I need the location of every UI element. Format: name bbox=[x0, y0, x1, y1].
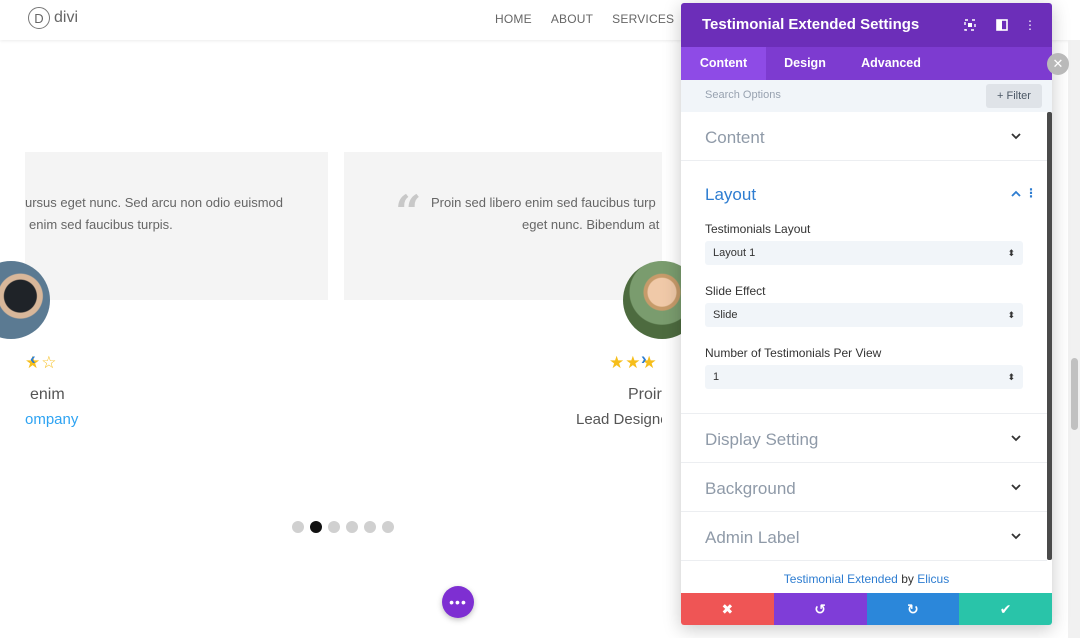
testimonial-quote-line: enim sed faucibus turpis. bbox=[29, 217, 173, 232]
select-arrows-icon: ⬍ bbox=[1007, 248, 1015, 258]
section-display-setting[interactable]: Display Setting bbox=[681, 414, 1047, 463]
quote-icon: “ bbox=[395, 185, 422, 239]
plus-icon: + bbox=[997, 90, 1004, 102]
select-value: 1 bbox=[713, 371, 720, 383]
section-background[interactable]: Background bbox=[681, 463, 1047, 512]
carousel-dot[interactable] bbox=[364, 521, 376, 533]
star-filled-icon: ★ bbox=[609, 354, 626, 371]
section-title: Admin Label bbox=[705, 528, 800, 547]
more-vertical-icon[interactable]: ⋮ bbox=[1022, 17, 1038, 33]
select-arrows-icon: ⬍ bbox=[1007, 372, 1015, 382]
testimonial-quote-line: ursus eget nunc. Sed arcu non odio euism… bbox=[25, 195, 284, 210]
testimonial-role: Lead Designe bbox=[576, 411, 662, 428]
site-logo[interactable]: D divi bbox=[28, 7, 78, 29]
chevron-down-icon[interactable] bbox=[1011, 433, 1021, 445]
search-options-input[interactable]: Search Options bbox=[705, 89, 781, 101]
close-icon: ✖ bbox=[721, 600, 734, 617]
testimonial-quote-line: Proin sed libero enim sed faucibus turp bbox=[431, 195, 656, 210]
split-view-icon[interactable] bbox=[994, 17, 1010, 33]
carousel-dot-active[interactable] bbox=[310, 521, 322, 533]
select-arrows-icon: ⬍ bbox=[1007, 310, 1015, 320]
more-dots-icon: ••• bbox=[449, 594, 467, 610]
select-value: Slide bbox=[713, 309, 738, 321]
logo-mark: D bbox=[28, 7, 50, 29]
field-label: Number of Testimonials Per View bbox=[705, 346, 882, 360]
page-scrollbar-thumb[interactable] bbox=[1071, 358, 1078, 430]
page-scrollbar[interactable] bbox=[1068, 40, 1080, 638]
save-button[interactable]: ✔ bbox=[959, 593, 1052, 625]
testimonial-company[interactable]: ompany bbox=[25, 411, 78, 428]
author-link[interactable]: Elicus bbox=[917, 572, 949, 586]
main-nav: HOME ABOUT SERVICES P bbox=[495, 12, 701, 26]
testimonial-author: enim bbox=[30, 386, 65, 403]
section-title: Content bbox=[705, 128, 765, 147]
expand-icon[interactable] bbox=[962, 17, 978, 33]
testimonial-quote-line: eget nunc. Bibendum at bbox=[522, 217, 660, 232]
nav-item-services[interactable]: SERVICES bbox=[612, 12, 674, 26]
redo-icon: ↻ bbox=[907, 600, 919, 617]
page: D divi HOME ABOUT SERVICES P ursus eget … bbox=[0, 0, 1080, 638]
filter-button[interactable]: + Filter bbox=[986, 84, 1042, 108]
section-title[interactable]: Layout bbox=[705, 185, 756, 205]
section-title: Display Setting bbox=[705, 430, 819, 449]
section-layout: Layout ⋮ Testimonials Layout Layout 1 ⬍ … bbox=[681, 161, 1047, 414]
carousel-prev-icon[interactable]: ‹ bbox=[30, 349, 36, 369]
chevron-up-icon[interactable] bbox=[1011, 188, 1021, 200]
field-label: Testimonials Layout bbox=[705, 222, 811, 236]
modal-tabs: Content Design Advanced bbox=[681, 47, 1052, 80]
check-icon: ✔ bbox=[999, 600, 1012, 617]
star-outline-icon: ☆ bbox=[41, 353, 58, 372]
carousel-dot[interactable] bbox=[328, 521, 340, 533]
close-icon: ✕ bbox=[1052, 56, 1064, 71]
tab-design[interactable]: Design bbox=[766, 47, 844, 80]
section-title: Background bbox=[705, 479, 796, 498]
builder-menu-button[interactable]: ••• bbox=[442, 586, 474, 618]
filter-label: Filter bbox=[1006, 90, 1031, 102]
field-label: Slide Effect bbox=[705, 284, 766, 298]
modal-title: Testimonial Extended Settings bbox=[702, 16, 920, 33]
nav-item-home[interactable]: HOME bbox=[495, 12, 532, 26]
close-modal-button[interactable]: ✕ bbox=[1047, 53, 1069, 75]
section-content[interactable]: Content bbox=[681, 112, 1047, 161]
carousel-next-icon[interactable]: › bbox=[641, 349, 647, 369]
discard-button[interactable]: ✖ bbox=[681, 593, 774, 625]
section-options-icon[interactable]: ⋮ bbox=[1025, 186, 1037, 200]
chevron-down-icon[interactable] bbox=[1011, 531, 1021, 543]
section-admin-label[interactable]: Admin Label bbox=[681, 512, 1047, 561]
modal-scrollbar[interactable] bbox=[1047, 112, 1052, 560]
nav-item-about[interactable]: ABOUT bbox=[551, 12, 593, 26]
carousel-dot[interactable] bbox=[292, 521, 304, 533]
carousel-dot[interactable] bbox=[346, 521, 358, 533]
testimonial-author: Proir bbox=[628, 386, 662, 403]
undo-icon: ↺ bbox=[814, 600, 826, 617]
settings-modal: Testimonial Extended Settings ⋮ Content … bbox=[681, 3, 1052, 625]
modal-body: Content Layout ⋮ Testimonials Layout Lay… bbox=[681, 112, 1052, 596]
tab-advanced[interactable]: Advanced bbox=[844, 47, 938, 80]
testimonials-layout-select[interactable]: Layout 1 ⬍ bbox=[705, 241, 1023, 265]
logo-text: divi bbox=[54, 9, 79, 26]
module-credits: Testimonial Extended by Elicus bbox=[681, 572, 1052, 586]
undo-button[interactable]: ↺ bbox=[773, 593, 867, 625]
carousel-pagination bbox=[292, 521, 394, 533]
select-value: Layout 1 bbox=[713, 247, 756, 259]
modal-footer: ✖ ↺ ↻ ✔ bbox=[681, 593, 1052, 625]
redo-button[interactable]: ↻ bbox=[866, 593, 960, 625]
star-filled-icon: ★ bbox=[625, 354, 642, 371]
star-rating: ★★★ bbox=[609, 354, 662, 371]
modal-header[interactable]: Testimonial Extended Settings ⋮ bbox=[681, 3, 1052, 47]
tab-content[interactable]: Content bbox=[681, 47, 766, 80]
module-link[interactable]: Testimonial Extended bbox=[784, 572, 898, 586]
chevron-down-icon[interactable] bbox=[1011, 131, 1021, 143]
chevron-down-icon[interactable] bbox=[1011, 482, 1021, 494]
slide-effect-select[interactable]: Slide ⬍ bbox=[705, 303, 1023, 327]
carousel-dot[interactable] bbox=[382, 521, 394, 533]
credits-by: by bbox=[901, 572, 914, 586]
testimonials-per-view-select[interactable]: 1 ⬍ bbox=[705, 365, 1023, 389]
